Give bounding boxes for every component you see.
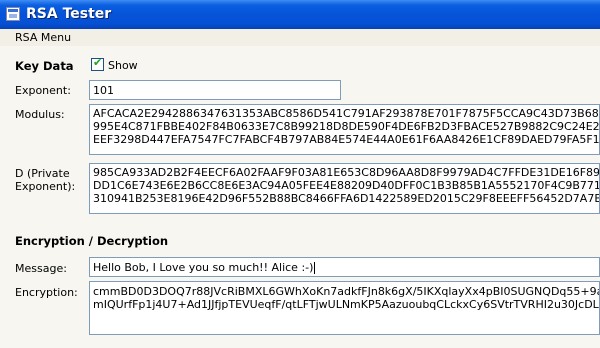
modulus-line: EEF3298D447EFA7547FC7FABCF4B797AB84E574E… [93, 133, 600, 146]
exponent-label: Exponent: [15, 84, 71, 97]
checkmark-icon: ✔ [93, 56, 103, 69]
modulus-line: 995E4C871FBBE402F84B0633E7C8B99218D8DE59… [93, 120, 600, 133]
private-exponent-label-line1: D (Private [15, 167, 70, 180]
exponent-value: 101 [93, 84, 114, 97]
private-exponent-line: 310941B253E8196E42D96F552B88BC8466FFA6D1… [93, 192, 600, 205]
key-data-heading: Key Data [15, 59, 74, 73]
modulus-label: Modulus: [15, 108, 65, 121]
private-exponent-label-line2: Exponent): [15, 180, 76, 193]
show-checkbox[interactable]: ✔ [91, 56, 104, 71]
encryption-line: cmmBD0D3DOQ7r88JVcRiBMXL6GWhXoKn7adkfFJn… [93, 285, 600, 298]
encryption-line: mIQUrfFp1j4U7+Ad1JJfjpTEVUeqfF/qtLFTjwUL… [93, 298, 600, 311]
modulus-line: AFCACA2E2942886347631353ABC8586D541C791A… [93, 107, 600, 120]
private-exponent-line: DD1C6E743E6E2B6CC8E6E3AC94A05FEE4E88209D… [93, 179, 600, 192]
modulus-field[interactable]: AFCACA2E2942886347631353ABC8586D541C791A… [89, 104, 600, 155]
show-checkbox-label[interactable]: Show [108, 59, 138, 72]
title-bar[interactable]: RSA Tester [0, 0, 600, 29]
text-cursor [314, 262, 316, 274]
app-window-icon [6, 7, 20, 21]
exponent-field[interactable]: 101 [89, 80, 341, 100]
message-label: Message: [15, 262, 67, 275]
encryption-label: Encryption: [15, 286, 78, 299]
private-exponent-line: 985CA933AD2B2F4EECF6A02FAAF9F03A81E653C8… [93, 166, 600, 179]
message-field[interactable]: Hello Bob, I Love you so much!! Alice :-… [89, 257, 600, 277]
window-title: RSA Tester [26, 6, 112, 22]
encryption-heading: Encryption / Decryption [15, 234, 169, 248]
menu-bar: RSA Menu [0, 29, 600, 47]
menu-item-rsa-menu[interactable]: RSA Menu [15, 31, 71, 44]
private-exponent-field[interactable]: 985CA933AD2B2F4EECF6A02FAAF9F03A81E653C8… [89, 163, 600, 214]
encryption-field[interactable]: cmmBD0D3DOQ7r88JVcRiBMXL6GWhXoKn7adkfFJn… [89, 281, 600, 335]
message-value: Hello Bob, I Love you so much!! Alice :-… [93, 261, 316, 274]
